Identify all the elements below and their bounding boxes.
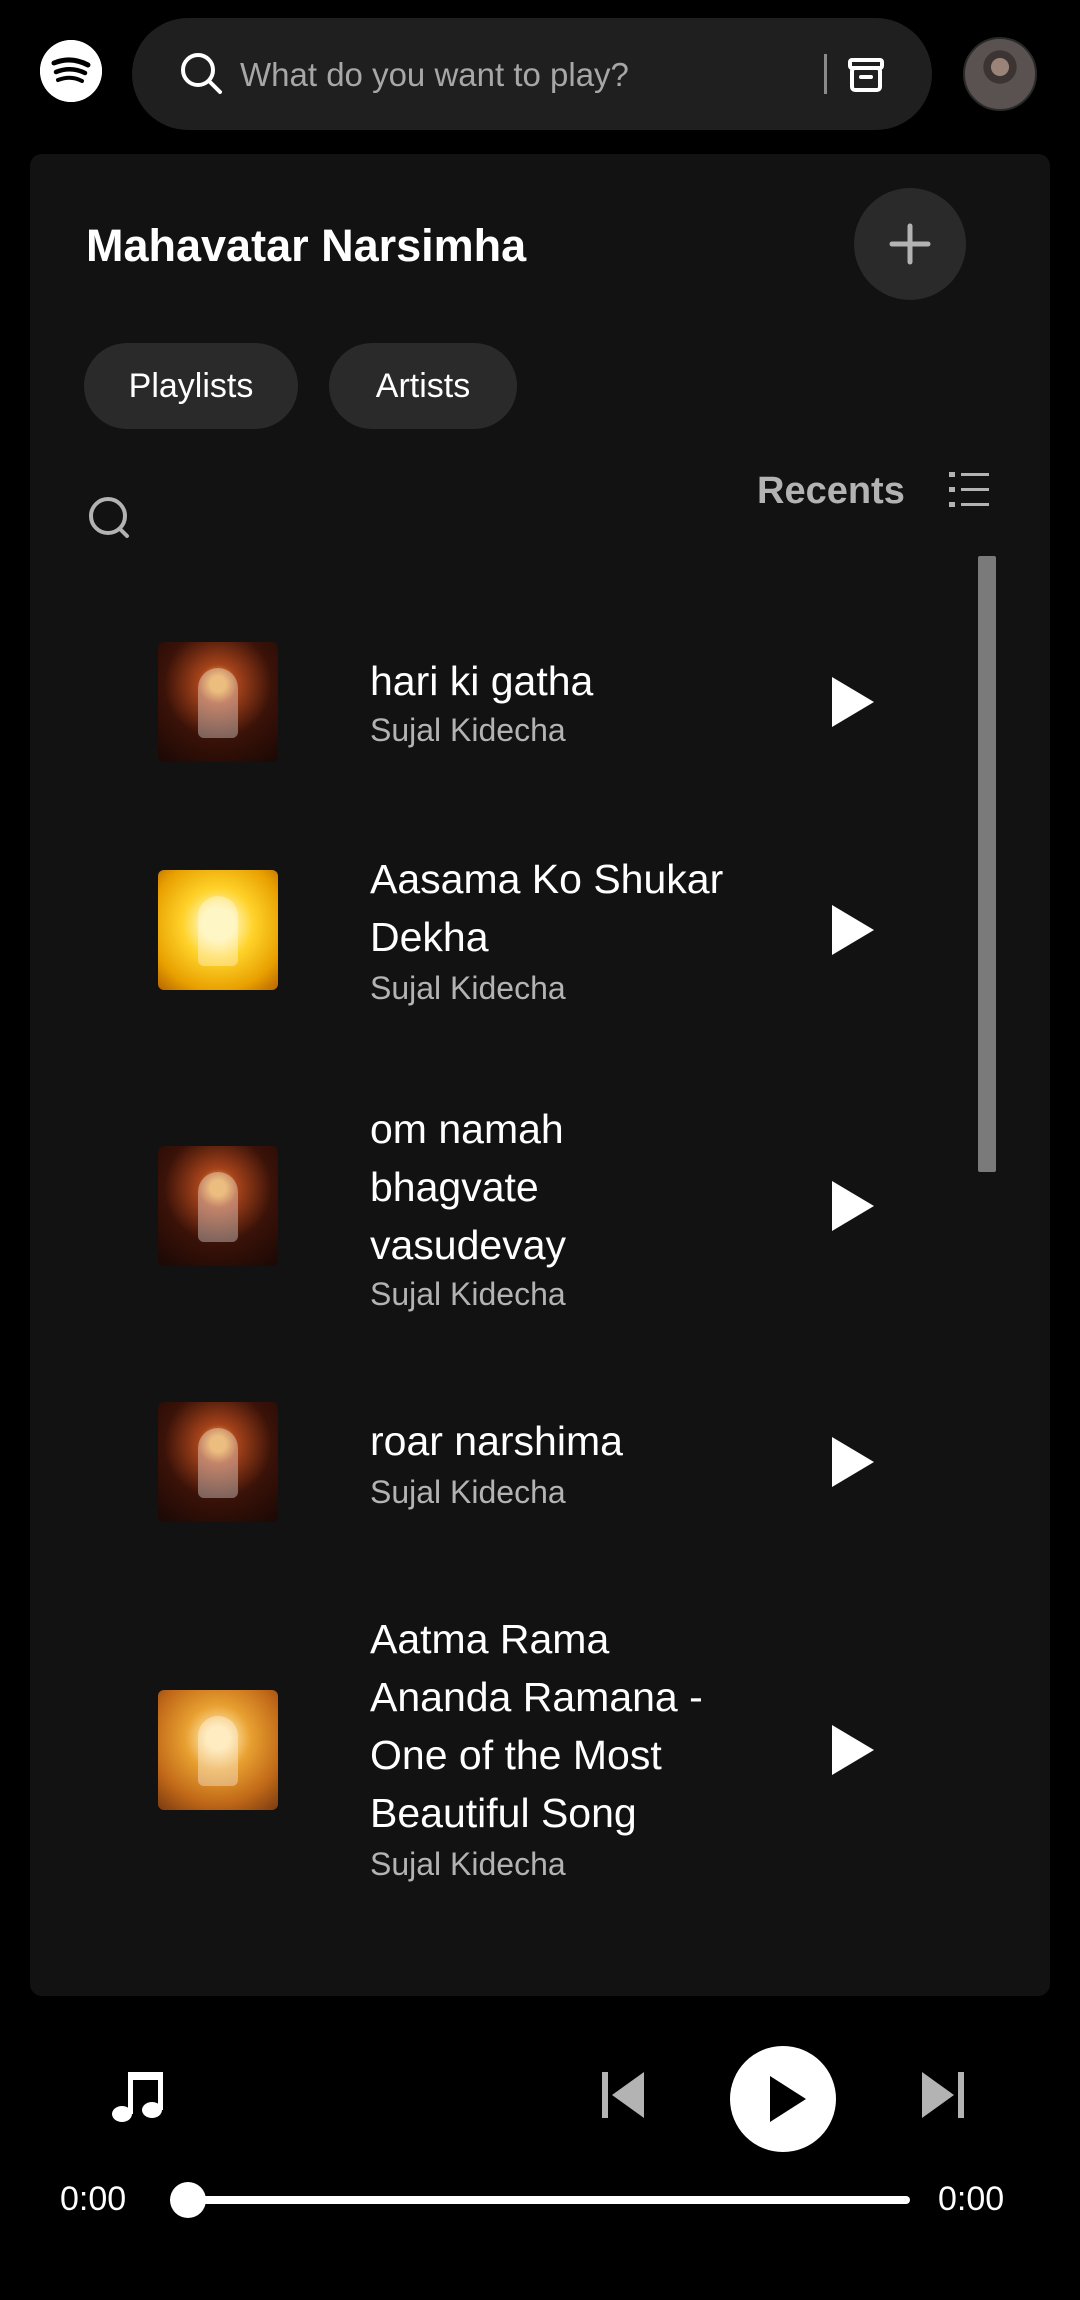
add-button[interactable] — [854, 188, 966, 300]
skip-previous-icon[interactable] — [598, 2068, 648, 2122]
music-note-icon — [112, 2072, 163, 2122]
play-icon[interactable] — [828, 675, 878, 729]
play-icon — [770, 2076, 806, 2122]
track-title: roar narshima — [370, 1418, 623, 1464]
play-icon[interactable] — [828, 903, 878, 957]
skip-next-icon[interactable] — [918, 2068, 968, 2122]
plus-icon — [889, 223, 931, 265]
track-title: Aatma Rama Ananda Ramana - One of the Mo… — [370, 1616, 703, 1836]
search-placeholder[interactable]: What do you want to play? — [240, 56, 629, 94]
play-icon[interactable] — [828, 1723, 878, 1777]
track-cover — [158, 1146, 278, 1266]
track-artist: Sujal Kidecha — [370, 1474, 566, 1510]
spotify-logo-icon[interactable] — [40, 40, 102, 102]
track-artist: Sujal Kidecha — [370, 1276, 566, 1312]
track-cover — [158, 870, 278, 990]
browse-icon[interactable] — [842, 50, 890, 98]
search-bar[interactable]: What do you want to play? — [132, 18, 932, 130]
search-icon — [181, 53, 222, 94]
track-cover — [158, 1402, 278, 1522]
track-artist: Sujal Kidecha — [370, 712, 566, 748]
track-title: hari ki gatha — [370, 658, 594, 704]
filter-chip-playlists[interactable]: Playlists — [84, 343, 298, 429]
search-divider — [824, 54, 827, 94]
library-search-icon[interactable] — [86, 494, 136, 544]
track-artist: Sujal Kidecha — [370, 1846, 566, 1882]
track-artist: Sujal Kidecha — [370, 970, 566, 1006]
library-title: Mahavatar Narsimha — [86, 220, 527, 271]
list-view-icon[interactable] — [947, 468, 991, 512]
play-pause-button[interactable] — [730, 2046, 836, 2152]
track-cover — [158, 642, 278, 762]
total-duration: 0:00 — [938, 2180, 1005, 2218]
track-title: om namah bhagvate vasudevay — [370, 1106, 567, 1268]
track-row[interactable]: Aasama Ko Shukar Dekha Sujal Kidecha — [30, 850, 990, 1020]
track-row[interactable]: roar narshima Sujal Kidecha — [30, 1400, 990, 1550]
elapsed-time: 0:00 — [60, 2180, 127, 2218]
track-row[interactable]: Aatma Rama Ananda Ramana - One of the Mo… — [30, 1610, 990, 1900]
progress-knob[interactable] — [170, 2182, 206, 2218]
track-row[interactable]: hari ki gatha Sujal Kidecha — [30, 620, 990, 790]
progress-bar[interactable] — [184, 2196, 910, 2204]
track-title: Aasama Ko Shukar Dekha — [370, 856, 724, 960]
track-cover — [158, 1690, 278, 1810]
play-icon[interactable] — [828, 1435, 878, 1489]
play-icon[interactable] — [828, 1179, 878, 1233]
sort-recents[interactable]: Recents — [757, 470, 905, 513]
track-row[interactable]: om namah bhagvate vasudevay Sujal Kidech… — [30, 1100, 990, 1320]
filter-chip-artists[interactable]: Artists — [329, 343, 517, 429]
avatar[interactable] — [963, 37, 1037, 111]
